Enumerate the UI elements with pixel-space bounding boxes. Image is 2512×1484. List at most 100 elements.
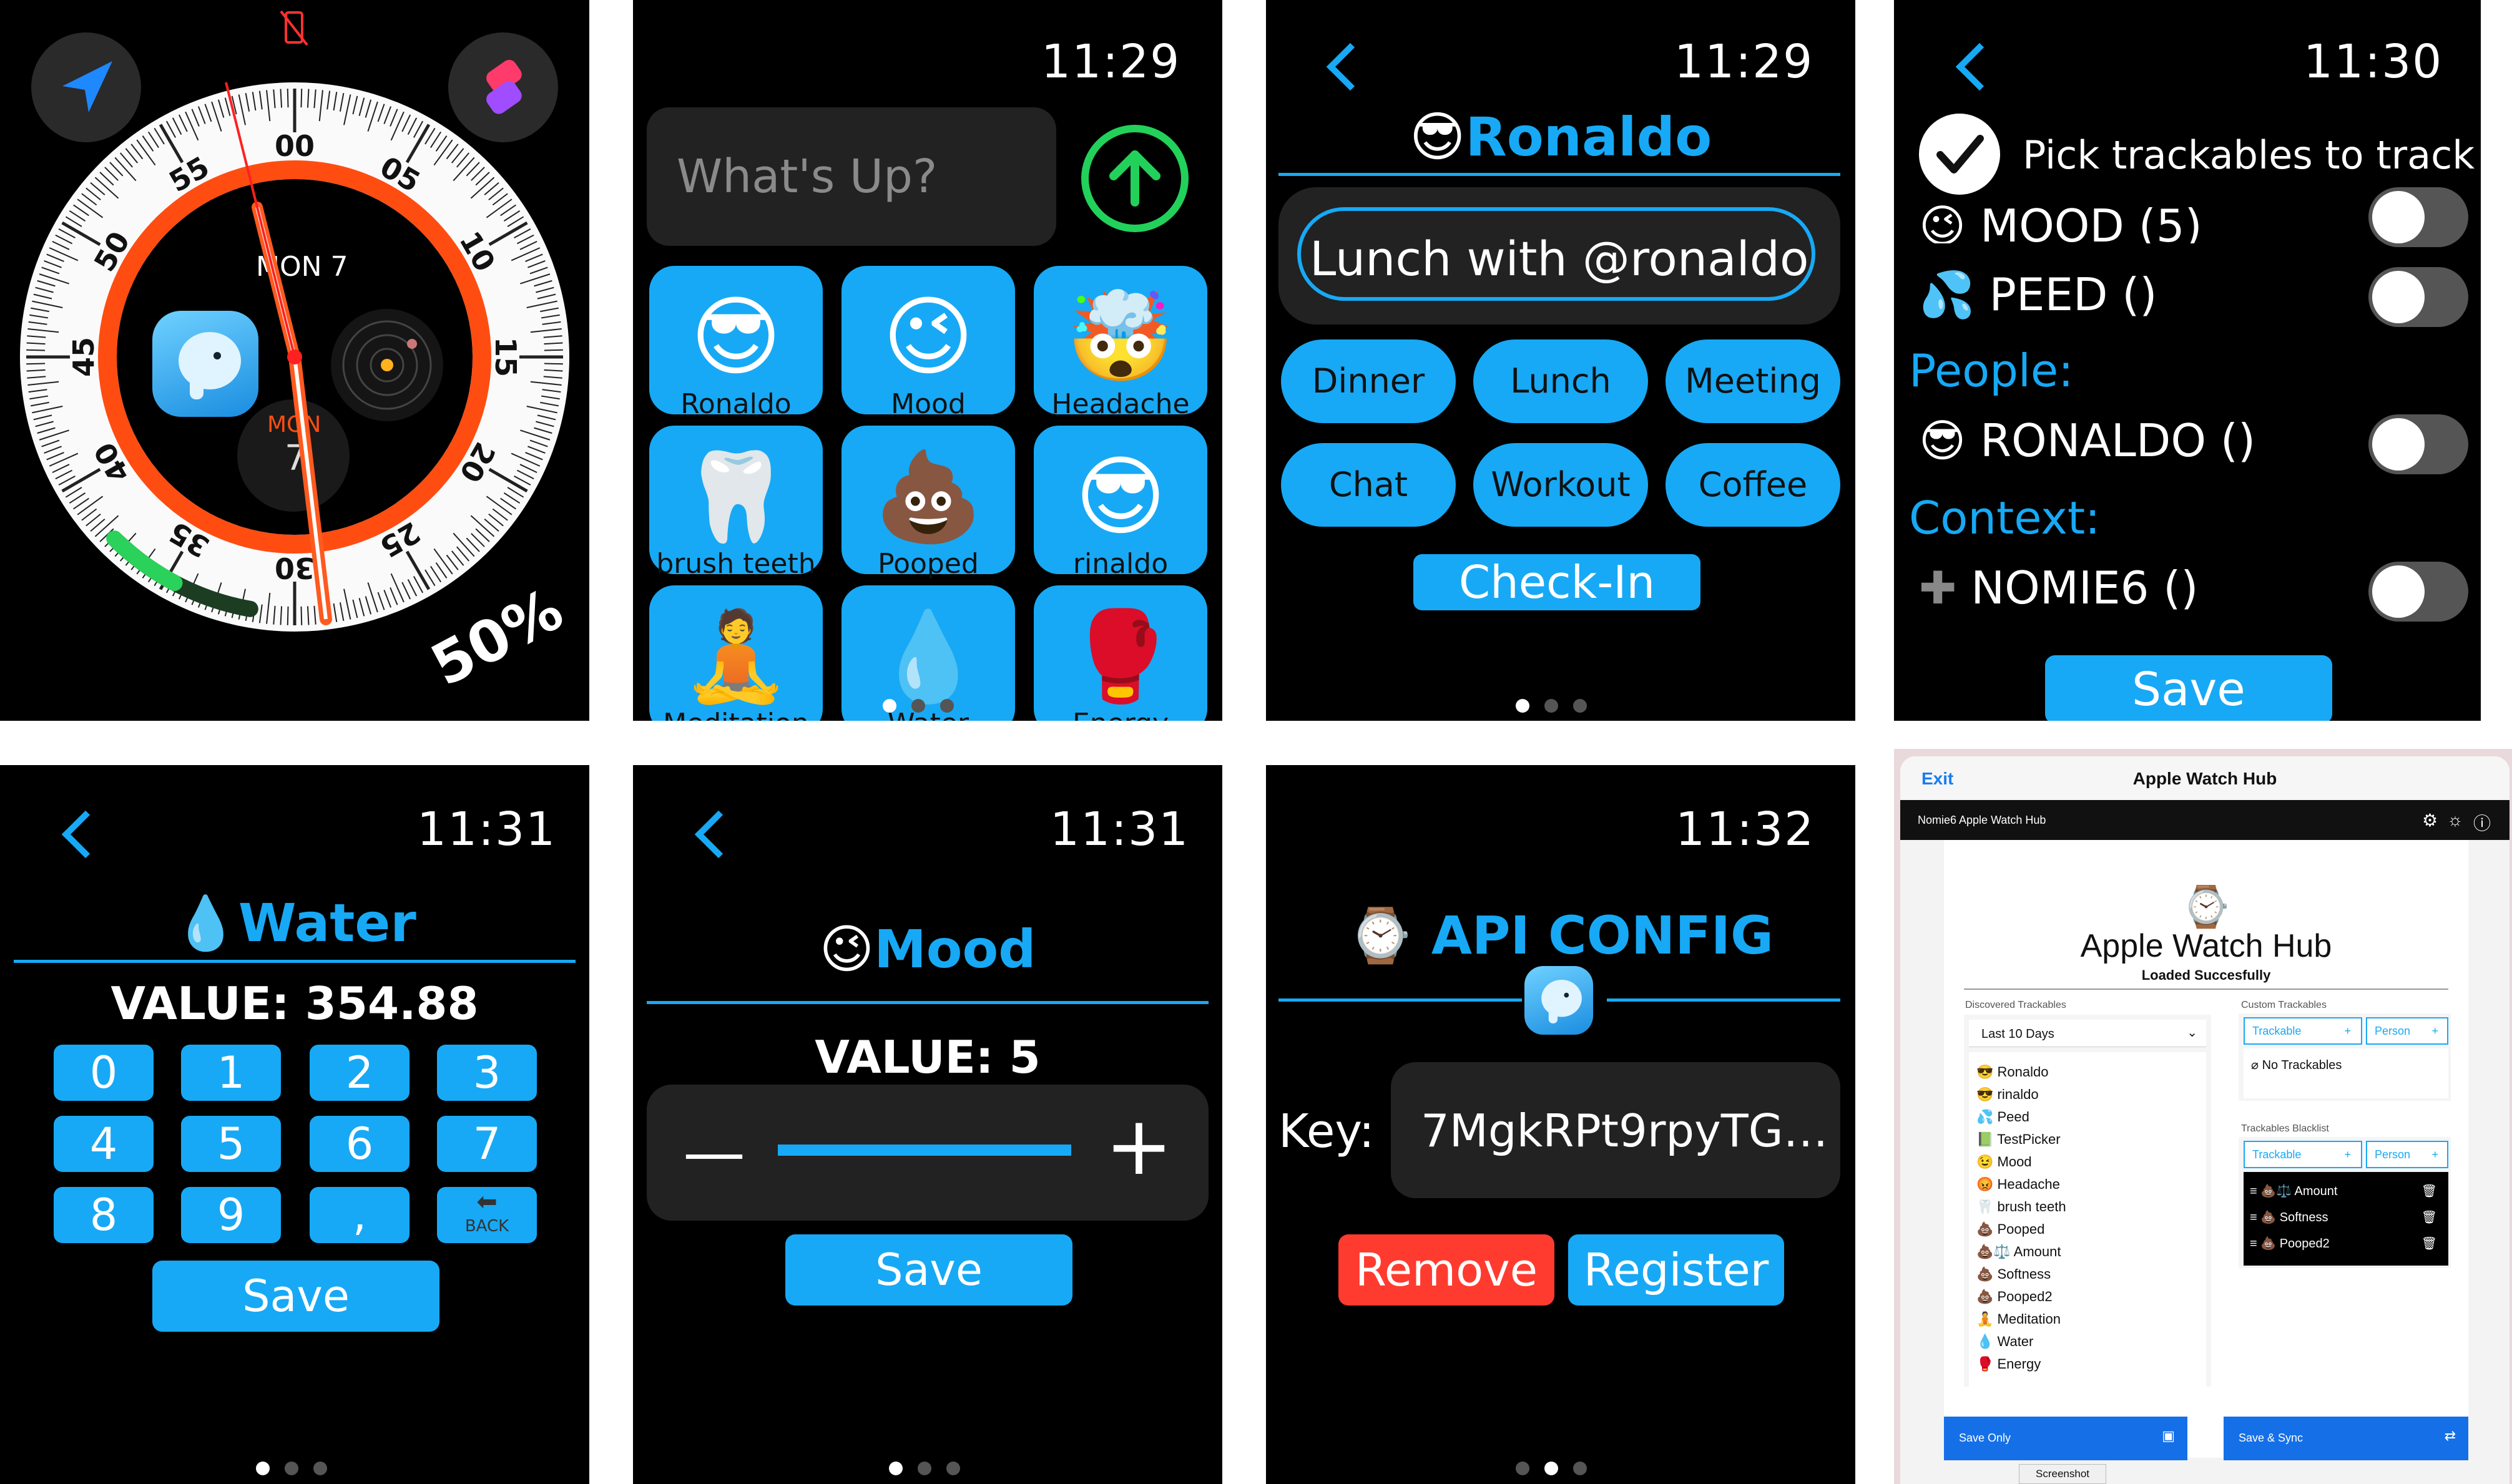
save-sync-button[interactable]: Save & Sync ⇄ [2224, 1417, 2468, 1460]
keypad-key[interactable]: 2 [310, 1045, 410, 1101]
tag-pill[interactable]: Workout [1473, 443, 1648, 527]
info-icon[interactable]: ⓘ [2473, 810, 2491, 835]
title-divider-right [1607, 998, 1840, 1002]
back-button[interactable] [1326, 42, 1375, 91]
discovered-item[interactable]: 🥊 Energy [1976, 1353, 2206, 1375]
send-button[interactable] [1081, 125, 1189, 232]
drag-handle-icon[interactable]: ≡ [2250, 1184, 2260, 1198]
keypad-key[interactable]: 5 [181, 1116, 281, 1172]
trackable-tile[interactable]: 😉 Mood [841, 266, 1015, 420]
trackable-tile[interactable]: 🦷 brush teeth [649, 426, 823, 580]
discovered-item[interactable]: 📗 TestPicker [1976, 1128, 2206, 1151]
tag-pill[interactable]: Lunch [1473, 339, 1648, 423]
hub-content: ⌚ Apple Watch Hub Loaded Succesfully Dis… [1900, 840, 2510, 1484]
trackable-tile[interactable]: 🤯 Headache [1034, 266, 1207, 420]
discovered-item[interactable]: 💧 Water [1976, 1330, 2206, 1353]
mood-toggle[interactable] [2368, 187, 2468, 247]
save-only-button[interactable]: Save Only ▣ [1944, 1417, 2187, 1460]
keypad-key[interactable]: 6 [310, 1116, 410, 1172]
trash-icon[interactable]: 🗑 [2421, 1209, 2437, 1225]
clock-hands [225, 82, 332, 625]
discovered-item[interactable]: 😎 Ronaldo [1976, 1061, 2206, 1083]
hub-title: Apple Watch Hub [2132, 769, 2277, 788]
plus-icon: + [2344, 1148, 2351, 1161]
checkin-button[interactable]: Check-In [1413, 554, 1700, 610]
back-button[interactable] [1955, 42, 2004, 91]
increment-button[interactable]: + [1105, 1102, 1173, 1189]
brightness-icon[interactable]: ☼ [2447, 810, 2463, 830]
note-field[interactable]: Lunch with @ronaldo [1278, 187, 1840, 325]
remove-button[interactable]: Remove [1338, 1234, 1554, 1306]
custom-empty-box: ⌀ No Trackables [2244, 1048, 2448, 1098]
back-button[interactable] [61, 810, 110, 859]
trackable-tile[interactable]: 💩 Pooped [841, 426, 1015, 580]
note-text: Lunch with @ronaldo [1310, 231, 1809, 286]
clock: 11:32 [1675, 803, 1815, 856]
tag-pill[interactable]: Dinner [1281, 339, 1456, 423]
discovered-item[interactable]: 😡 Headache [1976, 1173, 2206, 1196]
save-button[interactable]: Save [2045, 655, 2332, 721]
page-dots [1516, 1462, 1587, 1475]
range-select[interactable]: Last 10 Days ⌄ [1969, 1020, 2206, 1047]
discovered-item[interactable]: 💦 Peed [1976, 1106, 2206, 1128]
tag-pill[interactable]: Meeting [1666, 339, 1840, 423]
page-dot [946, 1462, 960, 1475]
blacklist-person-button[interactable]: Person + [2366, 1141, 2448, 1168]
keypad-key[interactable]: 0 [54, 1045, 154, 1101]
discovered-item[interactable]: 😎 rinaldo [1976, 1083, 2206, 1106]
trackable-tile[interactable]: 😎 Ronaldo [649, 266, 823, 420]
discovered-item[interactable]: 😉 Mood [1976, 1151, 2206, 1173]
keypad-key[interactable]: 1 [181, 1045, 281, 1101]
trash-icon[interactable]: 🗑 [2421, 1183, 2437, 1199]
add-trackable-button[interactable]: Trackable + [2244, 1017, 2362, 1045]
blacklist-item: ≡ 💩 Pooped2 🗑 [2250, 1236, 2448, 1262]
keypad-key[interactable]: 9 [181, 1187, 281, 1243]
note-input[interactable]: Lunch with @ronaldo [1297, 207, 1815, 301]
back-button[interactable] [694, 810, 743, 859]
discovered-item[interactable]: 💩⚖️ Amount [1976, 1241, 2206, 1263]
discovered-item[interactable]: 🧘 Meditation [1976, 1308, 2206, 1330]
key-field[interactable]: 7MgkRPt9rpyTG… [1391, 1062, 1840, 1198]
confirm-check-button[interactable] [1919, 114, 2000, 195]
backspace-key[interactable]: ⬅ BACK [437, 1187, 537, 1243]
drag-handle-icon[interactable]: ≡ [2250, 1211, 2260, 1224]
keypad-key[interactable]: 3 [437, 1045, 537, 1101]
trackable-tile[interactable]: 🥊Energy [1034, 585, 1207, 721]
blacklist-item-label: 💩⚖️ Amount [2260, 1184, 2338, 1198]
tag-pill[interactable]: Chat [1281, 443, 1456, 527]
trackable-tile-label: Energy [1034, 708, 1207, 721]
drag-handle-icon[interactable]: ≡ [2250, 1237, 2260, 1251]
keypad-key[interactable]: 4 [54, 1116, 154, 1172]
discovered-item[interactable]: 💩 Pooped2 [1976, 1286, 2206, 1308]
trackable-tile-label: rinaldo [1072, 548, 1169, 580]
peed-toggle[interactable] [2368, 267, 2468, 327]
whats-up-input[interactable]: What's Up? [647, 107, 1056, 246]
page-dot [1573, 1462, 1587, 1475]
trackable-emoji-icon: 😎 [1075, 446, 1166, 548]
ronaldo-toggle[interactable] [2368, 414, 2468, 474]
register-button[interactable]: Register [1568, 1234, 1784, 1306]
keypad-key[interactable]: 7 [437, 1116, 537, 1172]
trash-icon[interactable]: 🗑 [2421, 1236, 2437, 1251]
trackable-tile-label: Ronaldo [680, 388, 792, 420]
discovered-item[interactable]: 💩 Pooped [1976, 1218, 2206, 1241]
save-button[interactable]: Save [152, 1261, 439, 1332]
add-person-button[interactable]: Person + [2366, 1017, 2448, 1045]
level-track[interactable] [778, 1145, 1071, 1156]
blacklist-trackable-button[interactable]: Trackable + [2244, 1141, 2362, 1168]
discovered-item[interactable]: 🦷 brush teeth [1976, 1196, 2206, 1218]
save-button[interactable]: Save [785, 1234, 1072, 1306]
trackable-tile[interactable]: 😎 rinaldo [1034, 426, 1207, 580]
sync-icon: ⇄ [2444, 1428, 2456, 1443]
discovered-item[interactable]: 💩 Softness [1976, 1263, 2206, 1286]
page-dot [911, 699, 925, 713]
decrement-button[interactable]: — [683, 1116, 745, 1189]
trackable-tile-label: Meditation [649, 708, 823, 721]
nomie-toggle[interactable] [2368, 562, 2468, 622]
keypad-key[interactable]: , [310, 1187, 410, 1243]
settings-sliders-icon[interactable]: ⚙ [2422, 810, 2438, 831]
trackable-tile[interactable]: 🧘Meditation [649, 585, 823, 721]
tag-pill[interactable]: Coffee [1666, 443, 1840, 527]
nomie-row-label: NOMIE6 () [1971, 562, 2199, 614]
keypad-key[interactable]: 8 [54, 1187, 154, 1243]
